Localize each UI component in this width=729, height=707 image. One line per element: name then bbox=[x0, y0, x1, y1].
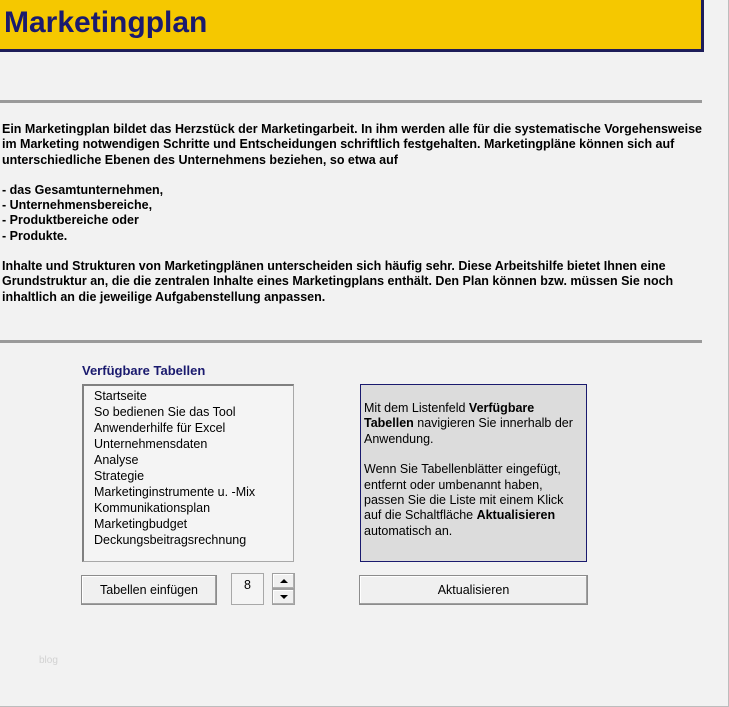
help-text: automatisch an. bbox=[364, 523, 453, 538]
list-item[interactable]: So bedienen Sie das Tool bbox=[94, 404, 293, 420]
spin-down-button[interactable] bbox=[272, 589, 295, 605]
tables-listbox[interactable]: Startseite So bedienen Sie das Tool Anwe… bbox=[82, 384, 294, 562]
intro-paragraph-1: Ein Marketingplan bildet das Herzstück d… bbox=[2, 122, 702, 167]
intro-bullet: - Unternehmensbereiche, bbox=[2, 198, 153, 213]
list-item[interactable]: Kommunikationsplan bbox=[94, 500, 293, 516]
help-text: Mit dem Listenfeld bbox=[364, 401, 469, 415]
intro-bullet: - Produktbereiche oder bbox=[2, 213, 139, 228]
intro-bullet: - Produkte. bbox=[2, 228, 68, 243]
page-title: Marketingplan bbox=[4, 6, 208, 39]
help-text-bold: Aktualisieren bbox=[476, 508, 556, 523]
list-item[interactable]: Marketinginstrumente u. -Mix bbox=[94, 484, 293, 500]
help-paragraph-2: Wenn Sie Tabellenblätter eingefügt, entf… bbox=[364, 462, 582, 539]
count-spinner[interactable] bbox=[272, 573, 295, 605]
arrow-up-icon bbox=[279, 579, 288, 583]
insert-tables-button[interactable]: Tabellen einfügen bbox=[81, 575, 217, 605]
refresh-button[interactable]: Aktualisieren bbox=[359, 575, 588, 605]
tables-heading: Verfügbare Tabellen bbox=[82, 363, 206, 378]
separator-top bbox=[0, 100, 702, 103]
separator-bottom bbox=[0, 340, 702, 343]
arrow-down-icon bbox=[279, 595, 288, 599]
intro-bullet: - das Gesamtunternehmen, bbox=[2, 182, 164, 197]
list-item[interactable]: Analyse bbox=[94, 452, 293, 468]
help-infobox: Mit dem Listenfeld Verfügbare Tabellen n… bbox=[360, 384, 587, 562]
help-paragraph-1: Mit dem Listenfeld Verfügbare Tabellen n… bbox=[364, 401, 582, 447]
list-item[interactable]: Marketingbudget bbox=[94, 516, 293, 532]
list-item[interactable]: Unternehmensdaten bbox=[94, 436, 293, 452]
intro-text: Ein Marketingplan bildet das Herzstück d… bbox=[2, 122, 702, 305]
watermark: blog bbox=[39, 655, 58, 666]
spin-up-button[interactable] bbox=[272, 573, 295, 589]
intro-paragraph-2: Inhalte und Strukturen von Marketingplän… bbox=[2, 259, 674, 304]
count-field[interactable]: 8 bbox=[231, 573, 264, 605]
title-bar: Marketingplan bbox=[0, 0, 704, 52]
list-item[interactable]: Anwenderhilfe für Excel bbox=[94, 420, 293, 436]
list-item[interactable]: Deckungsbeitragsrechnung bbox=[94, 532, 293, 548]
list-item[interactable]: Startseite bbox=[94, 388, 293, 404]
list-item[interactable]: Strategie bbox=[94, 468, 293, 484]
